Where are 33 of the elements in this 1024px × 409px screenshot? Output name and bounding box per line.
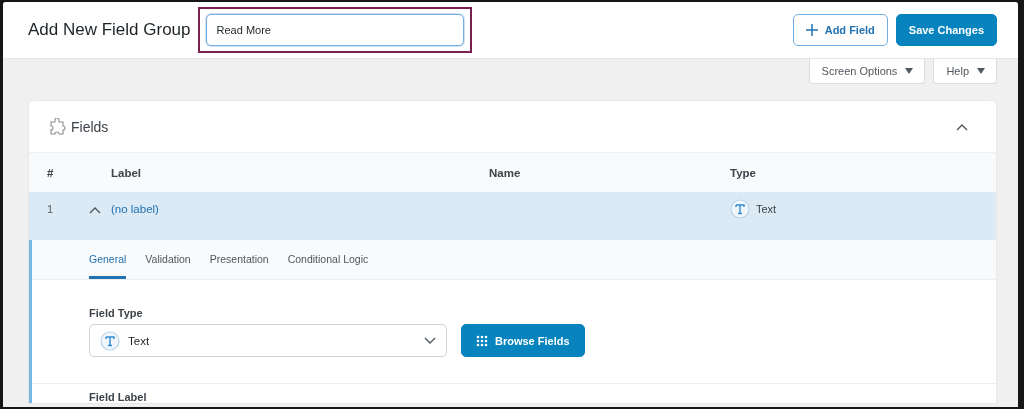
title-field[interactable]: Read More [205, 14, 464, 46]
field-row[interactable]: 1 (no label) Text [29, 192, 996, 240]
settings-tab[interactable]: Validation [145, 240, 191, 279]
type-label: Text [756, 203, 777, 215]
settings-tab[interactable]: General [89, 240, 127, 279]
row-number: 1 [46, 203, 55, 215]
text-type-icon [730, 199, 750, 219]
screen-options-tab[interactable]: Screen Options [808, 59, 926, 84]
chevron-down-icon [424, 336, 436, 345]
field-label: Field Type [89, 307, 144, 319]
field-type-select[interactable]: Text [89, 324, 447, 357]
collapse-icon[interactable] [956, 122, 968, 131]
select-value: Text [128, 334, 150, 347]
field-label: Field Label [89, 391, 148, 403]
panel-title: Fields [71, 118, 109, 135]
grid-icon [476, 334, 488, 347]
field-label-link[interactable]: (no label) [111, 203, 489, 215]
settings-tab[interactable]: Conditional Logic [287, 240, 369, 279]
page-title: Add New Field Group [28, 20, 191, 40]
browse-fields-button[interactable]: Browse Fields [461, 324, 585, 357]
column-header: Label [110, 166, 143, 179]
help-tab[interactable]: Help [933, 59, 997, 84]
column-header: Name [489, 166, 522, 179]
text-type-icon [100, 330, 120, 351]
save-button[interactable]: Save Changes [895, 14, 997, 46]
dropdown-arrow-icon [977, 68, 985, 74]
add-field-button[interactable]: Add Field [792, 14, 888, 46]
column-header: Type [730, 166, 756, 179]
plus-icon [805, 24, 818, 36]
puzzle-icon [48, 117, 66, 136]
dropdown-arrow-icon [905, 68, 914, 74]
column-header: # [46, 166, 55, 179]
settings-tab[interactable]: Presentation [209, 240, 269, 279]
